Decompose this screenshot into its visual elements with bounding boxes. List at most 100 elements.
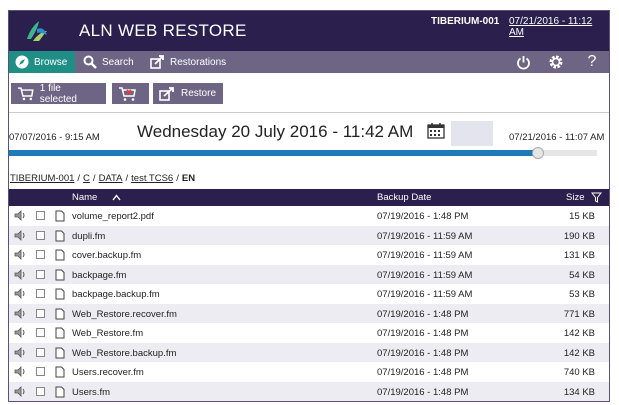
table-row[interactable]: volume_report2.pdf 07/19/2016 - 1:48 PM 15…	[9, 206, 609, 226]
table-row[interactable]: Web_Restore.fm 07/19/2016 - 1:48 PM 142 KB	[9, 323, 609, 343]
power-icon	[516, 55, 530, 69]
compass-icon	[15, 55, 29, 69]
speaker-icon[interactable]	[14, 346, 26, 361]
table-row[interactable]: Users.fm 07/19/2016 - 1:48 PM 134 KB	[9, 381, 609, 401]
settings-button[interactable]	[546, 53, 566, 71]
backup-date: 07/19/2016 - 1:48 PM	[377, 347, 469, 359]
backup-date: 07/19/2016 - 1:48 PM	[377, 211, 469, 222]
speaker-icon[interactable]	[14, 210, 26, 224]
row-checkbox[interactable]	[36, 308, 45, 321]
file-icon	[55, 347, 65, 362]
row-checkbox[interactable]	[36, 269, 45, 282]
tab-search-label: Search	[102, 56, 134, 68]
row-checkbox[interactable]	[36, 386, 45, 399]
restore-export-icon	[159, 86, 174, 101]
cart-icon	[17, 86, 34, 100]
file-name[interactable]: dupli.fm	[72, 231, 105, 242]
app-title: ALN WEB RESTORE	[79, 21, 247, 40]
speaker-icon[interactable]	[14, 327, 26, 341]
timeline-start-date: 07/07/2016 - 9:15 AM	[9, 132, 100, 143]
selected-count-label: 1 file selected	[39, 82, 77, 105]
column-name-header[interactable]: Name	[72, 192, 97, 203]
breadcrumb-item[interactable]: TIBERIUM-001	[10, 173, 74, 184]
row-checkbox[interactable]	[36, 250, 45, 262]
app-header: ALN WEB RESTORE TIBERIUM-001 07/21/2016 …	[9, 11, 609, 51]
help-button[interactable]: ?	[582, 53, 602, 71]
timeline-end-date: 07/21/2016 - 11:07 AM	[509, 132, 605, 143]
row-checkbox[interactable]	[36, 211, 45, 223]
table-row[interactable]: cover.backup.fm 07/19/2016 - 11:59 AM 131 …	[9, 245, 609, 265]
speaker-icon[interactable]	[14, 229, 26, 244]
file-icon	[55, 210, 65, 225]
breadcrumb-separator: /	[176, 172, 179, 184]
time-picker-box[interactable]	[451, 121, 493, 146]
row-checkbox[interactable]	[36, 289, 45, 301]
table-row[interactable]: backpage.backup.fm 07/19/2016 - 11:59 AM 5…	[9, 284, 609, 304]
file-table-body: volume_report2.pdf 07/19/2016 - 1:48 PM 15…	[9, 206, 609, 401]
file-size: 54 KB	[569, 269, 595, 281]
table-row[interactable]: Web_Restore.recover.fm 07/19/2016 - 1:48 …	[9, 303, 609, 323]
breadcrumb-separator: /	[92, 172, 96, 184]
breadcrumb-item[interactable]: DATA	[99, 173, 123, 184]
tab-restorations-label: Restorations	[170, 56, 227, 68]
cart-remove-icon	[118, 86, 136, 101]
table-row[interactable]: Users.recover.fm 07/19/2016 - 1:48 PM 740 …	[9, 362, 609, 382]
file-name[interactable]: Web_Restore.backup.fm	[72, 348, 176, 359]
file-size: 771 KB	[563, 308, 595, 320]
speaker-icon[interactable]	[14, 307, 26, 322]
restore-button[interactable]: Restore	[153, 83, 223, 104]
breadcrumb-item[interactable]: test TCS6	[131, 173, 173, 184]
header-datetime-link[interactable]: 07/21/2016 - 11:12 AM	[509, 16, 609, 38]
file-size: 190 KB	[563, 230, 595, 242]
file-name[interactable]: volume_report2.pdf	[72, 211, 154, 222]
speaker-icon[interactable]	[14, 268, 26, 283]
table-row[interactable]: backpage.fm 07/19/2016 - 11:59 AM 54 KB	[9, 264, 609, 284]
file-name[interactable]: backpage.fm	[72, 270, 126, 281]
power-button[interactable]	[513, 53, 533, 71]
search-icon	[83, 55, 97, 69]
table-row[interactable]: dupli.fm 07/19/2016 - 11:59 AM 190 KB	[9, 225, 609, 245]
file-icon	[55, 327, 65, 342]
breadcrumb: TIBERIUM-001/C / DATA / test TCS6/EN	[9, 168, 609, 188]
tab-restorations[interactable]: Restorations	[150, 51, 226, 73]
calendar-icon[interactable]	[427, 122, 445, 139]
timeline-slider-handle[interactable]	[532, 147, 544, 159]
tab-search[interactable]: Search	[83, 51, 134, 73]
row-checkbox[interactable]	[36, 230, 45, 243]
file-name[interactable]: Web_Restore.recover.fm	[72, 309, 177, 320]
column-size-header[interactable]: Size	[566, 192, 584, 203]
backup-date: 07/19/2016 - 11:59 AM	[377, 269, 473, 281]
sort-ascending-icon[interactable]	[112, 194, 121, 201]
speaker-icon[interactable]	[14, 288, 26, 302]
app-window: ALN WEB RESTORE TIBERIUM-001 07/21/2016 …	[8, 10, 610, 402]
file-table-header: Name Backup Date Size	[9, 189, 609, 206]
clear-cart-button[interactable]	[112, 83, 149, 104]
speaker-icon[interactable]	[14, 249, 26, 263]
speaker-icon[interactable]	[14, 385, 26, 400]
selected-files-button[interactable]: 1 file selected	[11, 82, 106, 105]
restore-button-label: Restore	[181, 88, 217, 99]
column-backup-date-header[interactable]: Backup Date	[377, 192, 431, 203]
file-name[interactable]: Users.fm	[72, 387, 110, 398]
gear-icon	[549, 55, 563, 69]
file-name[interactable]: cover.backup.fm	[72, 250, 141, 261]
timeline-slider-track[interactable]	[9, 147, 597, 159]
breadcrumb-separator: /	[77, 172, 81, 184]
tab-browse[interactable]: Browse	[9, 51, 75, 73]
speaker-icon[interactable]	[14, 366, 26, 380]
breadcrumb-separator: /	[125, 172, 129, 184]
table-row[interactable]: Web_Restore.backup.fm 07/19/2016 - 1:48 P…	[9, 342, 609, 362]
backup-timeline: 07/07/2016 - 9:15 AM Wednesday 20 July 2…	[9, 114, 609, 166]
row-checkbox[interactable]	[36, 328, 45, 340]
tab-browse-label: Browse	[34, 56, 68, 68]
file-size: 131 KB	[563, 250, 595, 261]
row-checkbox[interactable]	[36, 367, 45, 379]
file-icon	[55, 249, 65, 264]
file-name[interactable]: Users.recover.fm	[72, 367, 144, 378]
breadcrumb-item[interactable]: C	[83, 173, 90, 184]
file-name[interactable]: Web_Restore.fm	[72, 328, 143, 339]
file-name[interactable]: backpage.backup.fm	[72, 289, 160, 300]
filter-icon[interactable]	[591, 192, 602, 203]
row-checkbox[interactable]	[36, 347, 45, 360]
file-size: 15 KB	[569, 211, 595, 222]
